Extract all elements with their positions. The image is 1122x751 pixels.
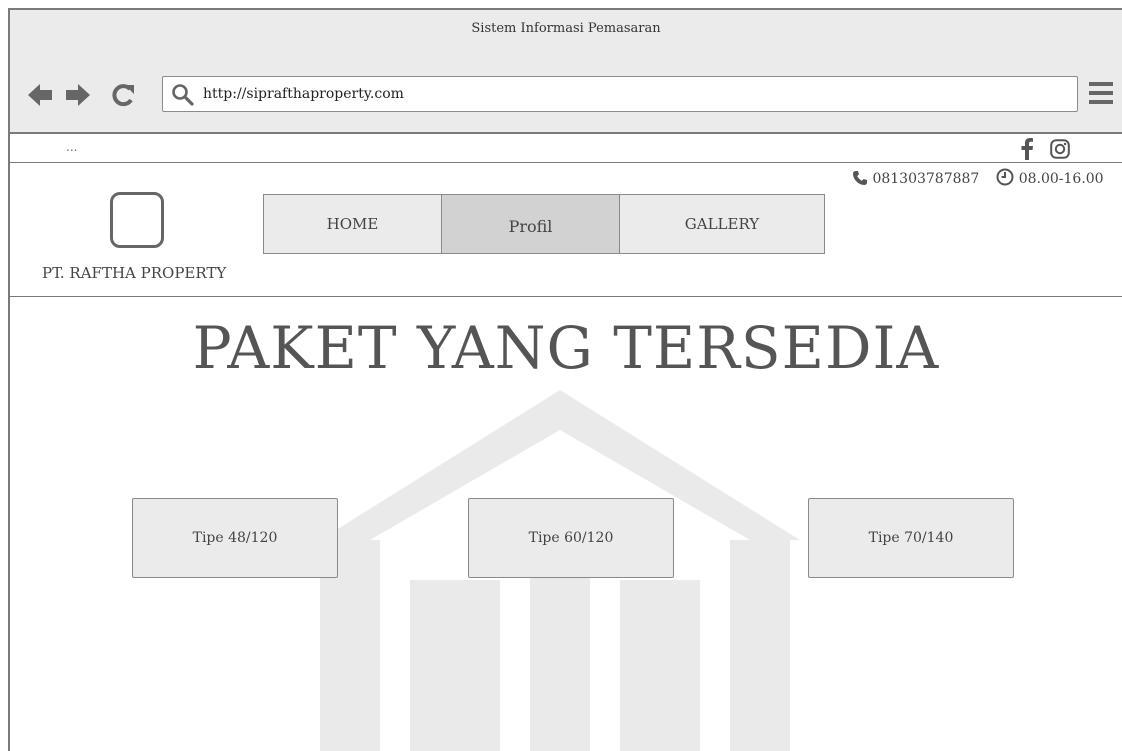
clock-icon bbox=[996, 168, 1014, 186]
phone-number: 081303787887 bbox=[872, 171, 980, 187]
contact-info: 081303787887 08.00-16.00 bbox=[852, 168, 1104, 188]
nav-item-home[interactable]: HOME bbox=[264, 195, 442, 253]
package-tipe-70-140[interactable]: Tipe 70/140 bbox=[808, 498, 1014, 578]
forward-arrow-icon[interactable] bbox=[64, 80, 92, 110]
header-divider bbox=[10, 296, 1122, 297]
url-text[interactable]: http://siprafthaproperty.com bbox=[203, 77, 404, 111]
phone-icon bbox=[853, 171, 867, 185]
package-tipe-48-120[interactable]: Tipe 48/120 bbox=[132, 498, 338, 578]
package-tipe-60-120[interactable]: Tipe 60/120 bbox=[468, 498, 674, 578]
instagram-icon[interactable] bbox=[1050, 139, 1070, 163]
company-logo[interactable] bbox=[110, 192, 164, 248]
placeholder-text: ... bbox=[66, 140, 78, 154]
facebook-icon[interactable] bbox=[1020, 138, 1034, 164]
browser-window: Sistem Informasi Pemasaran http://sipraf… bbox=[8, 8, 1122, 751]
window-title: Sistem Informasi Pemasaran bbox=[10, 10, 1122, 61]
nav-item-profil[interactable]: Profil bbox=[442, 195, 620, 253]
hamburger-menu-icon[interactable] bbox=[1088, 80, 1114, 110]
address-bar[interactable]: http://siprafthaproperty.com bbox=[162, 76, 1078, 112]
company-name: PT. RAFTHA PROPERTY bbox=[42, 264, 227, 282]
top-info-strip: ... bbox=[10, 136, 1122, 163]
search-icon bbox=[172, 84, 194, 106]
main-navigation: HOME Profil GALLERY bbox=[263, 194, 825, 254]
browser-toolbar: http://siprafthaproperty.com bbox=[10, 60, 1122, 134]
reload-icon[interactable] bbox=[110, 80, 136, 110]
back-arrow-icon[interactable] bbox=[26, 80, 54, 110]
page-title: PAKET YANG TERSEDIA bbox=[192, 314, 940, 382]
business-hours: 08.00-16.00 bbox=[1018, 171, 1104, 187]
nav-item-gallery[interactable]: GALLERY bbox=[620, 195, 824, 253]
